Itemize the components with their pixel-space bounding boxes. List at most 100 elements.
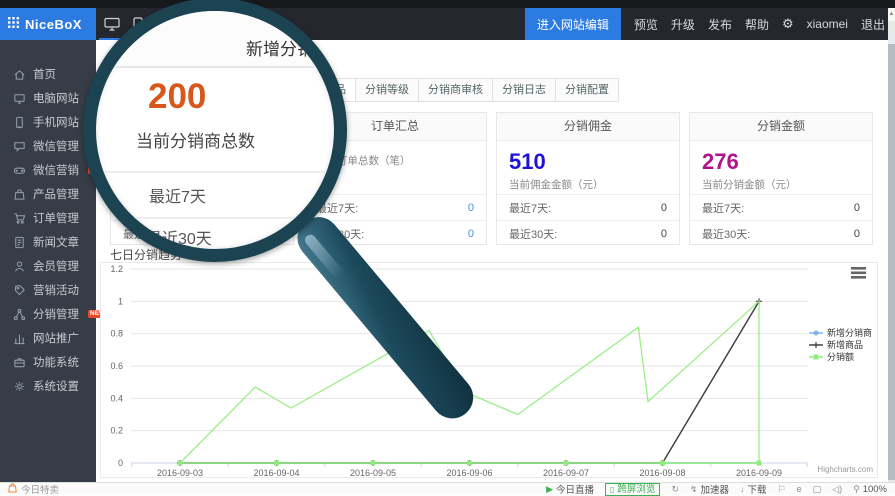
- statusbar-item-zoom[interactable]: ⚲100%: [853, 484, 887, 495]
- sidebar-item-label: 网站推广: [33, 330, 79, 346]
- magnified-caption: 当前分销商总数: [136, 127, 255, 152]
- sidebar-item-label: 营销活动: [33, 282, 79, 298]
- doc-icon: [13, 236, 26, 249]
- statusbar-item-label: 今日直播: [556, 482, 594, 496]
- bag-icon: [13, 188, 26, 201]
- download-icon: ↓: [740, 484, 745, 494]
- statusbar-item-play-circle[interactable]: ▶今日直播: [546, 482, 594, 496]
- stat-card: 分销佣金510当前佣金金额（元）最近7天:0最近30天:0: [496, 112, 680, 245]
- sidebar-item-share[interactable]: 分销管理NEW: [0, 302, 96, 326]
- person-icon: [13, 260, 26, 273]
- stat-card-title: 分销佣金: [497, 113, 679, 141]
- settings-gear-icon[interactable]: ⚙: [782, 16, 794, 32]
- tab-2[interactable]: 分销等级: [356, 78, 419, 102]
- window-top-strip: [0, 0, 895, 8]
- sidebar-item-briefcase[interactable]: 功能系统: [0, 350, 96, 374]
- statusbar-left[interactable]: 今日特卖: [8, 482, 59, 496]
- sidebar-item-gamepad[interactable]: 微信营销NEW: [0, 158, 96, 182]
- svg-text:2016-09-08: 2016-09-08: [639, 468, 685, 477]
- tab-3[interactable]: 分销商审核: [419, 78, 493, 102]
- chart-export-menu-icon[interactable]: [851, 267, 866, 279]
- sidebar-item-label: 手机网站: [33, 114, 79, 130]
- browser-icon: e: [797, 484, 802, 494]
- username[interactable]: xiaomei: [807, 17, 848, 31]
- statusbar-item[interactable]: ◁): [832, 484, 842, 495]
- topbar-link[interactable]: 发布: [708, 16, 732, 33]
- row-value: 0: [661, 228, 667, 240]
- sidebar-item-cart[interactable]: 订单管理: [0, 206, 96, 230]
- monitor-icon: [13, 92, 26, 105]
- sidebar-item-label: 会员管理: [33, 258, 79, 274]
- sidebar-item-label: 功能系统: [33, 354, 79, 370]
- svg-text:2016-09-04: 2016-09-04: [253, 468, 299, 477]
- svg-text:0.6: 0.6: [110, 361, 123, 371]
- speaker-icon: ◁): [832, 484, 842, 495]
- statusbar-item-bolt[interactable]: ↯加速器: [690, 482, 729, 496]
- svg-text:2016-09-06: 2016-09-06: [446, 468, 492, 477]
- sidebar-item-home[interactable]: 首页: [0, 62, 96, 86]
- svg-text:新增分销商: 新增分销商: [827, 327, 872, 338]
- vertical-scrollbar[interactable]: ▲: [888, 8, 895, 482]
- logo-block[interactable]: NiceBoX: [0, 8, 96, 40]
- statusbar-item[interactable]: ▢: [813, 484, 822, 495]
- sidebar-item-phone[interactable]: 手机网站: [0, 110, 96, 134]
- svg-text:1: 1: [118, 296, 123, 306]
- tab-4[interactable]: 分销日志: [493, 78, 556, 102]
- bolt-icon: ↯: [690, 484, 698, 495]
- scroll-up-arrow-icon[interactable]: ▲: [888, 8, 895, 21]
- phone-mini-icon: ▯: [610, 484, 614, 495]
- sidebar-item-chat[interactable]: 微信管理: [0, 134, 96, 158]
- svg-text:新增商品: 新增商品: [827, 339, 863, 350]
- sidebar-item-bars[interactable]: 网站推广: [0, 326, 96, 350]
- svg-text:0.4: 0.4: [110, 393, 123, 403]
- stat-card-value: 276: [702, 150, 860, 174]
- sidebar-item-label: 订单管理: [33, 210, 79, 226]
- topbar-link[interactable]: 升级: [671, 16, 695, 33]
- scrollbar-thumb[interactable]: [888, 44, 895, 480]
- sidebar-item-tag[interactable]: 营销活动: [0, 278, 96, 302]
- phone-icon: [13, 116, 26, 129]
- grid-menu-icon[interactable]: [8, 17, 19, 31]
- sidebar-item-label: 新闻文章: [33, 234, 79, 250]
- topbar-actions: 进入网站编辑 预览升级发布帮助 ⚙ xiaomei 退出: [525, 8, 885, 40]
- sidebar: 首页电脑网站手机网站微信管理微信营销NEW产品管理订单管理新闻文章会员管理营销活…: [0, 40, 96, 482]
- trend-line-chart: 00.20.40.60.811.22016-09-032016-09-04201…: [101, 263, 877, 477]
- logout-link[interactable]: 退出: [861, 16, 885, 33]
- stat-card: 分销金额276当前分销金额（元）最近7天:0最近30天:0: [689, 112, 873, 245]
- stat-card-row: 最近7天:0: [497, 194, 679, 220]
- chart-panel: 00.20.40.60.811.22016-09-032016-09-04201…: [100, 262, 878, 478]
- stat-card-title: 分销金额: [690, 113, 872, 141]
- topbar-link[interactable]: 预览: [634, 16, 658, 33]
- topbar-link[interactable]: 帮助: [745, 16, 769, 33]
- stat-card-row: 最近30天:0: [497, 220, 679, 246]
- legend-item[interactable]: 分销额: [809, 351, 854, 362]
- row-value: 0: [468, 228, 474, 240]
- refresh-icon: ↻: [671, 484, 679, 495]
- stat-card-value: 510: [509, 150, 667, 174]
- tab-5[interactable]: 分销配置: [556, 78, 619, 102]
- legend-item[interactable]: 新增商品: [809, 339, 863, 350]
- highcharts-credit[interactable]: Highcharts.com: [817, 465, 873, 474]
- svg-text:分销额: 分销额: [827, 351, 854, 362]
- statusbar-item-phone-mini[interactable]: ▯跨屏浏览: [605, 483, 660, 496]
- stat-card-caption: 当前分销金额（元）: [702, 177, 860, 192]
- enter-site-edit-button[interactable]: 进入网站编辑: [525, 8, 621, 40]
- topbar-links: 预览升级发布帮助: [634, 16, 769, 33]
- sidebar-item-monitor[interactable]: 电脑网站: [0, 86, 96, 110]
- sidebar-item-doc[interactable]: 新闻文章: [0, 230, 96, 254]
- sidebar-item-gear[interactable]: 系统设置: [0, 374, 96, 398]
- svg-text:0.2: 0.2: [110, 426, 123, 436]
- statusbar-item[interactable]: ⚐: [778, 484, 786, 495]
- statusbar-item[interactable]: e: [797, 484, 802, 494]
- sidebar-item-bag[interactable]: 产品管理: [0, 182, 96, 206]
- statusbar-item[interactable]: ↻: [671, 484, 679, 495]
- magnifier-lens: 新增分销商 200 当前分销商总数 最近7天 最近30天: [83, 0, 347, 262]
- flag-icon: ⚐: [778, 484, 786, 495]
- legend-item[interactable]: 新增分销商: [809, 327, 872, 338]
- sidebar-item-person[interactable]: 会员管理: [0, 254, 96, 278]
- svg-text:0: 0: [118, 458, 123, 468]
- cart-icon: [13, 212, 26, 225]
- statusbar-item-download[interactable]: ↓下载: [740, 482, 767, 496]
- magnified-row-7days: 最近7天: [149, 183, 206, 207]
- statusbar-item-label: 下载: [748, 482, 767, 496]
